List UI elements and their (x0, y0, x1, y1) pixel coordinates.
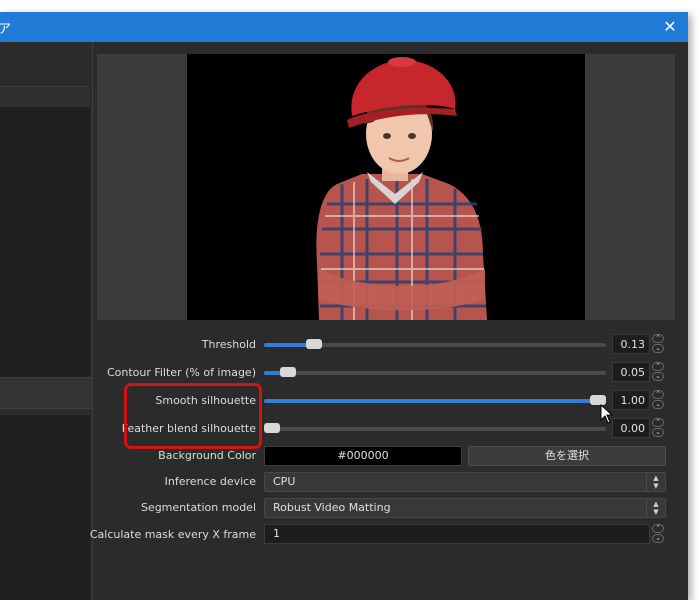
chevron-down-icon[interactable]: ⌄ (652, 428, 664, 437)
threshold-slider[interactable] (264, 339, 606, 349)
smooth-silhouette-slider[interactable] (264, 395, 606, 405)
chevron-up-icon[interactable]: ⌃ (652, 334, 664, 343)
chevron-up-icon[interactable]: ⌃ (652, 390, 664, 399)
chevron-up-icon[interactable]: ⌃ (652, 418, 664, 427)
inference-device-value: CPU (273, 475, 296, 488)
chevron-down-icon[interactable]: ⌄ (652, 344, 664, 353)
mask-every-stepper[interactable]: ⌃ ⌄ (652, 524, 666, 544)
feather-blend-stepper[interactable]: ⌃ ⌄ (652, 418, 666, 438)
contour-filter-spinbox[interactable]: 0.05 (612, 362, 650, 382)
contour-filter-slider-handle[interactable] (280, 367, 296, 377)
pane-divider[interactable] (92, 42, 93, 600)
threshold-slider-handle[interactable] (306, 339, 322, 349)
chevron-up-down-icon: ▲ ▼ (646, 473, 665, 492)
segmentation-model-label: Segmentation model (140, 501, 256, 514)
smooth-silhouette-slider-fill (264, 399, 598, 403)
threshold-label: Threshold (201, 338, 256, 351)
background-color-swatch: #000000 (264, 446, 462, 466)
background-color-label: Background Color (158, 449, 256, 462)
window-title: ア (0, 22, 12, 37)
mouse-cursor-icon (600, 404, 614, 424)
filter-list[interactable] (0, 107, 90, 377)
highlight-box (124, 383, 262, 449)
chevron-up-down-icon: ▲ ▼ (646, 499, 665, 518)
contour-filter-label: Contour Filter (% of image) (106, 366, 256, 379)
close-icon[interactable]: ✕ (660, 17, 680, 37)
filter-list-pane (0, 42, 92, 600)
chevron-down-icon[interactable]: ⌄ (652, 534, 664, 543)
chevron-up-icon[interactable]: ⌃ (652, 524, 664, 533)
filter-list-header (0, 86, 90, 108)
segmentation-model-select[interactable]: Robust Video Matting ▲ ▼ (264, 498, 666, 518)
chevron-down-icon[interactable]: ⌄ (652, 400, 664, 409)
select-color-button[interactable]: 色を選択 (468, 446, 666, 466)
preview-image (187, 54, 585, 320)
threshold-stepper[interactable]: ⌃ ⌄ (652, 334, 666, 354)
chevron-down-icon[interactable]: ⌄ (652, 372, 664, 381)
smooth-silhouette-stepper[interactable]: ⌃ ⌄ (652, 390, 666, 410)
contour-filter-slider[interactable] (264, 367, 606, 377)
mask-every-input[interactable]: 1 (264, 524, 650, 544)
contour-filter-stepper[interactable]: ⌃ ⌄ (652, 362, 666, 382)
title-bar[interactable]: ア ✕ (0, 12, 688, 42)
inference-device-label: Inference device (164, 475, 256, 488)
segmentation-model-value: Robust Video Matting (273, 501, 391, 514)
feather-blend-slider-handle[interactable] (264, 423, 280, 433)
inference-device-select[interactable]: CPU ▲ ▼ (264, 472, 666, 492)
mask-every-label: Calculate mask every X frame (89, 528, 256, 541)
feather-blend-spinbox[interactable]: 0.00 (612, 418, 650, 438)
person-silhouette-image (316, 57, 487, 320)
smooth-silhouette-spinbox[interactable]: 1.00 (612, 390, 650, 410)
feather-blend-slider[interactable] (264, 423, 606, 433)
threshold-spinbox[interactable]: 0.13 (612, 334, 650, 354)
chevron-up-icon[interactable]: ⌃ (652, 362, 664, 371)
